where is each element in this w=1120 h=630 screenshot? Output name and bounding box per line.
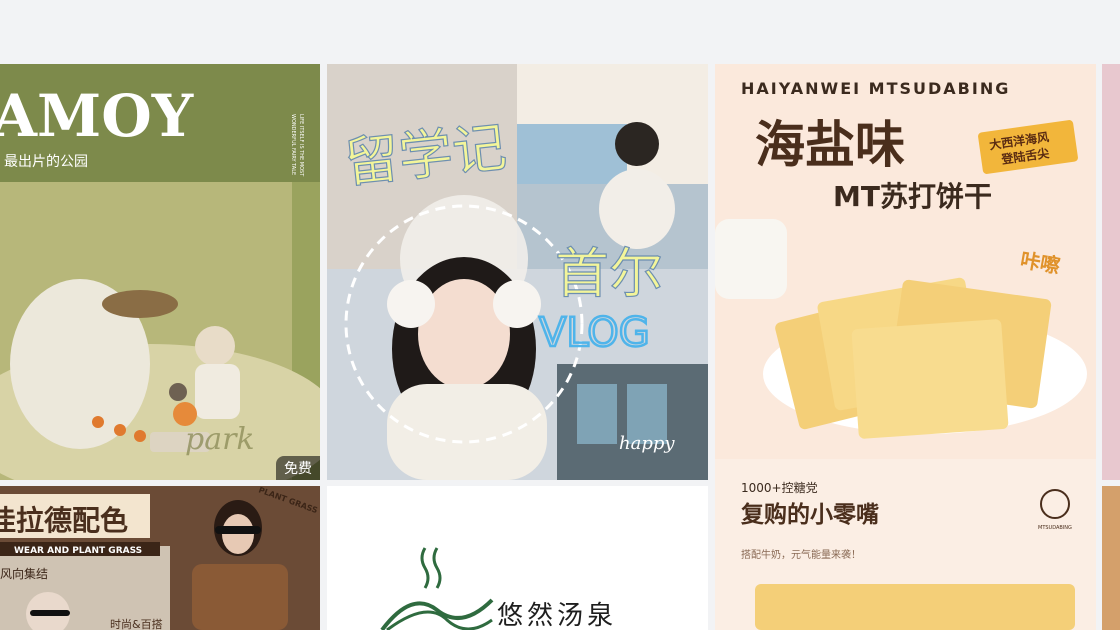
card-seoul-artwork: 留学记 首尔 VLOG happy: [327, 64, 708, 480]
template-card-mt-cracker[interactable]: HAIYANWEI MTSUDABING 海盐味 大西洋海风 登陆舌尖 MT苏打…: [715, 64, 1096, 630]
card-cracker-tagline: 复购的小零嘴: [740, 501, 879, 528]
template-card-amoy[interactable]: AMOY 最出片的公园 LIFE ITSELF IS THE MOST WOND…: [0, 64, 320, 480]
card-cracker-note: 1000+控糖党: [741, 480, 818, 495]
card-cracker-brand: HAIYANWEI MTSUDABING: [741, 79, 1010, 98]
top-bar: [0, 0, 1120, 62]
card-amoy-artwork: AMOY 最出片的公园 LIFE ITSELF IS THE MOST WOND…: [0, 64, 320, 480]
card-fashion-banner: WEAR AND PLANT GRASS: [14, 546, 142, 556]
free-badge: 免费: [276, 456, 320, 480]
card-amoy-title: AMOY: [0, 82, 194, 150]
card-spring-name: 悠然汤泉: [497, 601, 617, 630]
template-card-edge-bottom[interactable]: [1102, 486, 1120, 630]
card-cracker-product: MT苏打饼干: [833, 180, 992, 213]
card-seoul-title-2: 首尔: [555, 242, 663, 305]
template-card-fashion[interactable]: 佳拉德配色 WEAR AND PLANT GRASS 风向集结 时尚&百搭 PL…: [0, 486, 320, 630]
card-amoy-script: park: [185, 422, 255, 457]
card-cracker-artwork: HAIYANWEI MTSUDABING 海盐味 大西洋海风 登陆舌尖 MT苏打…: [715, 64, 1096, 630]
card-seoul-script: happy: [619, 433, 675, 454]
card-cracker-logo-text: MTSUDABING: [1038, 525, 1072, 531]
card-amoy-side-text-2: WONDERFUL FAIRY TALE: [290, 114, 296, 175]
card-seoul-title-3: VLOG: [539, 310, 650, 356]
card-amoy-side-text-1: LIFE ITSELF IS THE MOST: [298, 114, 304, 177]
card-amoy-subtitle: 最出片的公园: [4, 154, 88, 170]
template-card-seoul-vlog[interactable]: 留学记 首尔 VLOG happy: [327, 64, 708, 480]
card-cracker-sub: 搭配牛奶，元气能量来袭！: [741, 548, 861, 561]
template-card-edge-pink[interactable]: [1102, 64, 1120, 480]
template-card-hot-spring[interactable]: 悠然汤泉: [327, 486, 708, 630]
card-cracker-headline: 海盐味: [755, 116, 905, 174]
card-fashion-tag: 时尚&百搭: [110, 617, 163, 630]
milk-glass: [715, 219, 787, 299]
card-fashion-headline: 佳拉德配色: [0, 504, 128, 537]
card-fashion-artwork: 佳拉德配色 WEAR AND PLANT GRASS 风向集结 时尚&百搭 PL…: [0, 486, 320, 630]
card-fashion-sub: 风向集结: [0, 566, 48, 581]
card-spring-artwork: 悠然汤泉: [327, 486, 708, 630]
